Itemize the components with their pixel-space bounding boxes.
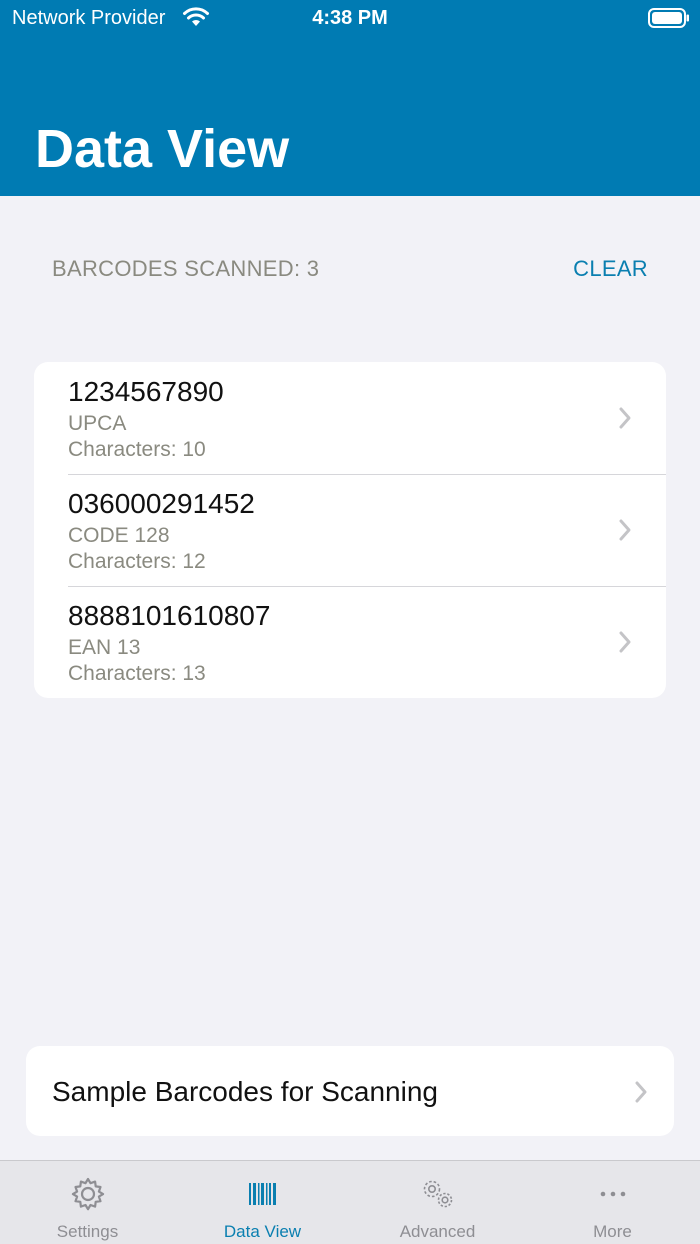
barcode-list-item[interactable]: 8888101610807 EAN 13 Characters: 13 <box>34 586 666 698</box>
battery-icon <box>648 8 689 28</box>
barcodes-scanned-count: BARCODES SCANNED: 3 <box>52 256 320 281</box>
status-time: 4:38 PM <box>312 7 388 29</box>
barcode-characters: Characters: 10 <box>68 438 206 461</box>
barcode-value: 1234567890 <box>68 376 224 407</box>
tab-more[interactable]: More <box>525 1161 700 1244</box>
barcode-icon <box>249 1183 276 1205</box>
barcode-list-item[interactable]: 036000291452 CODE 128 Characters: 12 <box>34 474 666 586</box>
sample-barcodes-link[interactable]: Sample Barcodes for Scanning <box>26 1046 674 1136</box>
barcode-list-item[interactable]: 1234567890 UPCA Characters: 10 <box>34 362 666 474</box>
barcode-list: 1234567890 UPCA Characters: 10 036000291… <box>34 362 666 698</box>
tab-advanced[interactable]: Advanced <box>350 1161 525 1244</box>
header: Network Provider 4:38 PM Data View <box>0 0 700 196</box>
more-dots-icon <box>600 1191 626 1197</box>
tab-label: Settings <box>56 1222 119 1241</box>
tab-label: Data View <box>223 1222 302 1241</box>
sample-barcodes-label: Sample Barcodes for Scanning <box>52 1076 438 1107</box>
tab-settings[interactable]: Settings <box>0 1161 175 1244</box>
gears-icon <box>423 1180 453 1208</box>
barcode-characters: Characters: 12 <box>68 550 206 573</box>
tab-bar: Settings Data View Advanced More <box>0 1160 700 1244</box>
tab-data-view[interactable]: Data View <box>175 1161 350 1244</box>
tab-label: Advanced <box>399 1222 476 1241</box>
barcode-characters: Characters: 13 <box>68 662 206 685</box>
barcode-type: EAN 13 <box>68 636 141 659</box>
chevron-right-icon <box>619 519 631 541</box>
barcode-type: UPCA <box>68 412 127 435</box>
status-bar: Network Provider 4:38 PM <box>0 0 700 40</box>
chevron-right-icon <box>619 631 631 653</box>
scan-summary: BARCODES SCANNED: 3 CLEAR <box>0 250 700 286</box>
clear-button[interactable]: CLEAR <box>573 256 648 282</box>
chevron-right-icon <box>635 1081 647 1103</box>
barcode-type: CODE 128 <box>68 524 170 547</box>
chevron-right-icon <box>619 407 631 429</box>
barcode-value: 8888101610807 <box>68 600 271 631</box>
tab-label: More <box>593 1222 632 1241</box>
gear-icon <box>71 1177 105 1211</box>
page-title: Data View <box>35 119 290 179</box>
barcode-value: 036000291452 <box>68 488 255 519</box>
